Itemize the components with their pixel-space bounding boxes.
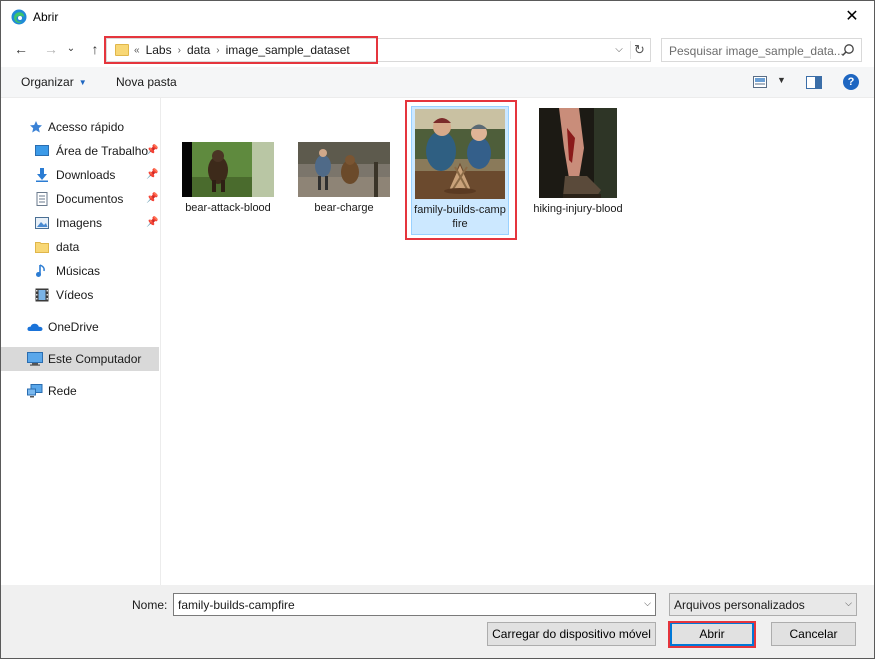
file-item-bear-attack-blood[interactable]: bear-attack-blood — [179, 142, 277, 215]
sidebar-item-label: Este Computador — [48, 352, 142, 366]
dialog-title: Abrir — [33, 10, 59, 24]
file-item-label: hiking-injury-blood — [533, 203, 623, 215]
file-name-dropdown-icon[interactable]: ⌵ — [644, 598, 651, 609]
sidebar-item-label: OneDrive — [48, 320, 99, 334]
forward-arrow-icon[interactable]: → — [41, 39, 61, 59]
sidebar-item-label: Imagens — [56, 216, 103, 230]
star-icon — [30, 121, 42, 133]
sidebar-item-data[interactable]: data — [1, 235, 159, 259]
address-dropdown-icon[interactable]: ⌵ — [612, 42, 626, 58]
file-name-value: family-builds-campfire — [178, 598, 295, 612]
search-placeholder: Pesquisar image_sample_data... — [669, 44, 844, 58]
command-bar: Organizar ▼ Nova pasta ▼ ? — [1, 67, 874, 98]
folder-icon — [35, 242, 49, 253]
view-options-dropdown-icon[interactable]: ▼ — [777, 75, 786, 85]
sidebar-item-network[interactable]: Rede — [1, 379, 159, 403]
network-icon — [27, 384, 43, 398]
sidebar-item-label: Rede — [48, 384, 77, 398]
desktop-icon — [35, 145, 49, 156]
video-icon — [35, 288, 49, 302]
sidebar-item-label: Área de Trabalho — [56, 144, 149, 158]
up-arrow-icon[interactable]: ↑ — [85, 39, 105, 59]
selected-file-highlight-annotation — [405, 100, 517, 240]
help-icon[interactable]: ? — [843, 74, 859, 90]
sidebar-item-documents[interactable]: Documentos 📌 — [1, 187, 159, 211]
sidebar-item-desktop[interactable]: Área de Trabalho 📌 — [1, 139, 159, 163]
bear-attack-thumbnail — [182, 142, 274, 197]
address-highlight-annotation — [104, 36, 378, 64]
organize-label: Organizar — [21, 75, 74, 89]
pin-icon[interactable]: 📌 — [146, 169, 158, 180]
preview-pane-icon[interactable] — [806, 76, 822, 89]
file-name-label: Nome: — [132, 598, 168, 612]
sidebar-item-label: Downloads — [56, 168, 116, 182]
pin-icon[interactable]: 📌 — [146, 145, 158, 156]
file-item-label: bear-attack-blood — [185, 202, 271, 214]
file-item-label: bear-charge — [314, 202, 374, 214]
bear-charge-thumbnail — [298, 142, 390, 197]
recent-locations-chevron-icon[interactable]: ⌄ — [65, 39, 77, 59]
new-folder-button[interactable]: Nova pasta — [116, 75, 177, 89]
search-icon[interactable] — [841, 43, 855, 57]
hiking-injury-thumbnail — [539, 108, 617, 198]
document-icon — [36, 192, 48, 206]
sidebar-item-label: Acesso rápido — [48, 120, 125, 134]
music-icon — [36, 264, 45, 277]
pin-icon[interactable]: 📌 — [146, 193, 158, 204]
pictures-icon — [35, 217, 49, 229]
sidebar-item-downloads[interactable]: Downloads 📌 — [1, 163, 159, 187]
file-item-hiking-injury-blood[interactable]: hiking-injury-blood — [529, 108, 627, 216]
sidebar-item-label: Documentos — [56, 192, 124, 206]
computer-icon — [27, 352, 43, 366]
close-icon[interactable]: ✕ — [840, 5, 864, 29]
sidebar-item-quick-access[interactable]: Acesso rápido — [1, 115, 159, 139]
cloud-icon — [27, 323, 43, 331]
file-list: bear-attack-blood bear-charge family-bui… — [162, 98, 874, 585]
sidebar-item-pictures[interactable]: Imagens 📌 — [1, 211, 159, 235]
change-view-icon[interactable] — [753, 76, 767, 88]
sidebar-item-music[interactable]: Músicas — [1, 259, 159, 283]
navigation-pane: Acesso rápido Área de Trabalho 📌 Downloa… — [1, 98, 161, 585]
file-type-dropdown-icon: ⌵ — [845, 598, 852, 608]
file-name-input[interactable]: family-builds-campfire ⌵ — [173, 593, 656, 616]
edge-browser-icon — [11, 9, 27, 25]
sidebar-item-videos[interactable]: Vídeos — [1, 283, 159, 307]
download-icon — [36, 168, 48, 182]
file-item-bear-charge[interactable]: bear-charge — [295, 142, 393, 215]
back-arrow-icon[interactable]: ← — [11, 39, 31, 59]
file-type-value: Arquivos personalizados — [674, 598, 805, 612]
sidebar-item-label: data — [56, 240, 80, 254]
navigation-bar: ← → ⌄ ↑ « Labs › data › image_sample_dat… — [1, 33, 874, 67]
search-input[interactable]: Pesquisar image_sample_data... — [661, 38, 862, 62]
sidebar-item-this-pc[interactable]: Este Computador — [1, 347, 159, 371]
open-file-dialog: Abrir ✕ ← → ⌄ ↑ « Labs › data › image_sa… — [0, 0, 875, 659]
sidebar-item-label: Músicas — [56, 264, 101, 278]
title-bar: Abrir ✕ — [1, 1, 874, 33]
pin-icon[interactable]: 📌 — [146, 217, 158, 228]
open-button-highlight-annotation — [668, 621, 756, 648]
file-type-select[interactable]: Arquivos personalizados ⌵ — [669, 593, 857, 616]
cancel-button[interactable]: Cancelar — [771, 622, 856, 646]
organize-dropdown-icon: ▼ — [78, 78, 87, 87]
sidebar-item-onedrive[interactable]: OneDrive — [1, 315, 159, 339]
refresh-icon[interactable]: ↻ — [630, 41, 648, 59]
upload-from-mobile-button[interactable]: Carregar do dispositivo móvel — [487, 622, 656, 646]
organize-button[interactable]: Organizar ▼ — [21, 75, 87, 89]
sidebar-item-label: Vídeos — [56, 288, 94, 302]
